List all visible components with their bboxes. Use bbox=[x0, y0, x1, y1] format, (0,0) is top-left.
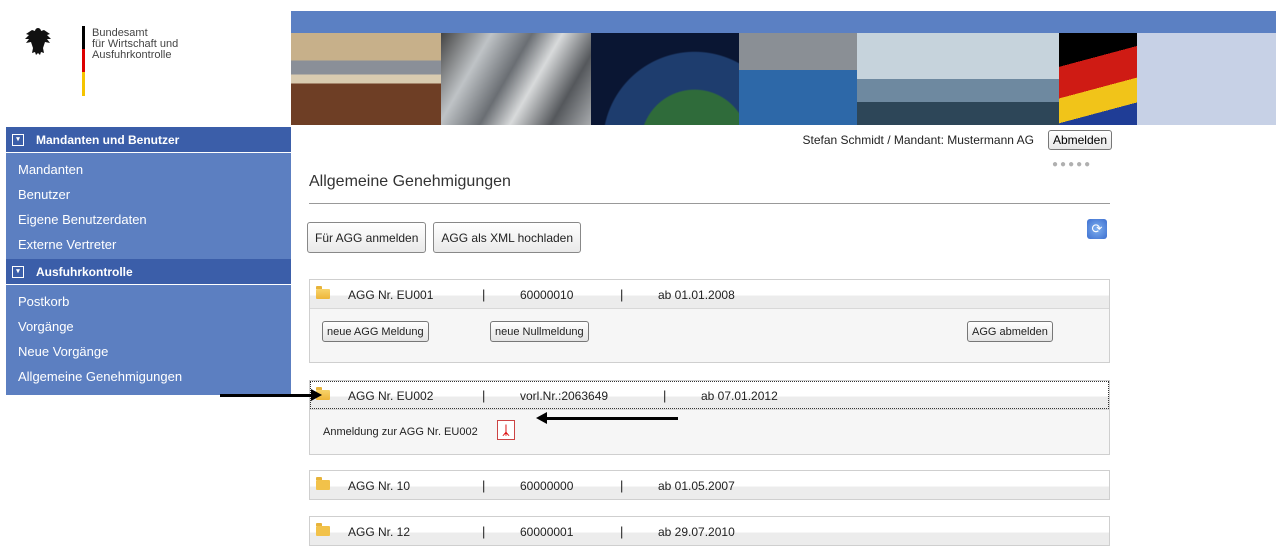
agg-header[interactable]: AGG Nr. 12 | 60000001 | ab 29.07.2010 bbox=[310, 517, 1109, 545]
separator: | bbox=[482, 524, 486, 539]
banner-image-steel bbox=[441, 33, 591, 125]
agg-registration: 60000010 bbox=[520, 288, 574, 302]
collapse-icon[interactable]: ▾ bbox=[12, 133, 24, 146]
progress-dots: ●●●●● bbox=[1052, 159, 1093, 170]
logo-line: Ausfuhrkontrolle bbox=[92, 49, 172, 61]
new-agg-report-button[interactable]: neue AGG Meldung bbox=[322, 321, 429, 342]
logo-text: Bundesamt für Wirtschaft und Ausfuhrkont… bbox=[92, 28, 178, 61]
annotation-arrow-right bbox=[220, 389, 322, 401]
folder-open-icon bbox=[316, 286, 330, 299]
separator: | bbox=[620, 478, 624, 493]
banner-image-fair bbox=[739, 33, 857, 125]
deregister-agg-button[interactable]: AGG abmelden bbox=[967, 321, 1053, 342]
sidebar-item-eigene-benutzerdaten[interactable]: Eigene Benutzerdaten bbox=[6, 207, 291, 232]
agg-date: ab 29.07.2010 bbox=[658, 525, 735, 539]
sidebar-section-title: Ausfuhrkontrolle bbox=[36, 264, 133, 279]
agg-panel: AGG Nr. 10 | 60000000 | ab 01.05.2007 bbox=[309, 470, 1110, 500]
agg-registration: 60000001 bbox=[520, 525, 574, 539]
sidebar-list: Postkorb Vorgänge Neue Vorgänge Allgemei… bbox=[6, 285, 291, 395]
agg-header[interactable]: AGG Nr. EU002 | vorl.Nr.:2063649 | ab 07… bbox=[310, 381, 1109, 409]
agg-registration: 60000000 bbox=[520, 479, 574, 493]
sidebar-item-vorgaenge[interactable]: Vorgänge bbox=[6, 314, 291, 339]
agg-date: ab 07.01.2012 bbox=[701, 389, 778, 403]
header-banner bbox=[291, 11, 1276, 125]
new-zero-report-button[interactable]: neue Nullmeldung bbox=[490, 321, 589, 342]
page-title: Allgemeine Genehmigungen bbox=[309, 173, 511, 190]
federal-eagle-icon bbox=[25, 28, 51, 55]
registration-note: Anmeldung zur AGG Nr. EU002 bbox=[323, 426, 478, 438]
banner-top-strip bbox=[291, 11, 1276, 33]
agg-header[interactable]: AGG Nr. 10 | 60000000 | ab 01.05.2007 bbox=[310, 471, 1109, 499]
agg-number: AGG Nr. EU001 bbox=[348, 288, 434, 302]
agg-number: AGG Nr. EU002 bbox=[348, 389, 434, 403]
main-toolbar: Für AGG anmelden AGG als XML hochladen bbox=[307, 222, 582, 253]
banner-image-flags bbox=[1059, 33, 1137, 125]
separator: | bbox=[482, 478, 486, 493]
agg-panel: AGG Nr. EU002 | vorl.Nr.:2063649 | ab 07… bbox=[309, 380, 1110, 455]
user-info: Stefan Schmidt / Mandant: Mustermann AG bbox=[802, 133, 1034, 147]
pdf-icon[interactable]: ᛣ bbox=[497, 420, 515, 440]
banner-image-ships bbox=[857, 33, 1059, 125]
folder-closed-icon bbox=[316, 477, 330, 490]
sidebar-item-mandanten[interactable]: Mandanten bbox=[6, 157, 291, 182]
sidebar-section-title: Mandanten und Benutzer bbox=[36, 132, 180, 147]
register-agg-button[interactable]: Für AGG anmelden bbox=[307, 222, 427, 253]
agg-date: ab 01.05.2007 bbox=[658, 479, 735, 493]
sidebar-item-externe-vertreter[interactable]: Externe Vertreter bbox=[6, 232, 291, 257]
agg-date: ab 01.01.2008 bbox=[658, 288, 735, 302]
separator: | bbox=[482, 388, 486, 403]
agg-header[interactable]: AGG Nr. EU001 | 60000010 | ab 01.01.2008 bbox=[310, 280, 1109, 308]
separator: | bbox=[663, 388, 667, 403]
sidebar-list: Mandanten Benutzer Eigene Benutzerdaten … bbox=[6, 153, 291, 259]
sidebar-section-mandanten[interactable]: ▾ Mandanten und Benutzer bbox=[6, 127, 291, 153]
agg-panel: AGG Nr. EU001 | 60000010 | ab 01.01.2008… bbox=[309, 279, 1110, 363]
separator: | bbox=[620, 524, 624, 539]
logout-button[interactable]: Abmelden bbox=[1047, 130, 1112, 150]
upload-xml-button[interactable]: AGG als XML hochladen bbox=[433, 222, 582, 253]
agg-body: Anmeldung zur AGG Nr. EU002 ᛣ bbox=[310, 409, 1109, 454]
banner-image-houses bbox=[291, 33, 441, 125]
user-bar: Stefan Schmidt / Mandant: Mustermann AG … bbox=[802, 130, 1112, 150]
sidebar-section-ausfuhrkontrolle[interactable]: ▾ Ausfuhrkontrolle bbox=[6, 259, 291, 285]
sidebar-item-postkorb[interactable]: Postkorb bbox=[6, 289, 291, 314]
sidebar-item-benutzer[interactable]: Benutzer bbox=[6, 182, 291, 207]
agg-number: AGG Nr. 12 bbox=[348, 525, 411, 539]
collapse-icon[interactable]: ▾ bbox=[12, 265, 24, 278]
agg-body: neue AGG Meldung neue Nullmeldung AGG ab… bbox=[310, 308, 1109, 362]
folder-closed-icon bbox=[316, 523, 330, 536]
flag-stripe bbox=[82, 26, 85, 96]
sidebar: ▾ Mandanten und Benutzer Mandanten Benut… bbox=[6, 127, 291, 395]
agg-number: AGG Nr. 10 bbox=[348, 479, 411, 493]
agg-panel: AGG Nr. 12 | 60000001 | ab 29.07.2010 bbox=[309, 516, 1110, 546]
bafa-logo: Bundesamt für Wirtschaft und Ausfuhrkont… bbox=[24, 26, 204, 98]
annotation-arrow-left bbox=[536, 412, 678, 424]
agg-registration: vorl.Nr.:2063649 bbox=[520, 389, 609, 403]
banner-image-end bbox=[1137, 33, 1276, 125]
banner-image-satellite bbox=[591, 33, 739, 125]
sidebar-item-neue-vorgaenge[interactable]: Neue Vorgänge bbox=[6, 339, 291, 364]
separator: | bbox=[620, 287, 624, 302]
refresh-icon[interactable]: ⟳ bbox=[1087, 219, 1107, 239]
sidebar-item-allgemeine-genehmigungen[interactable]: Allgemeine Genehmigungen bbox=[6, 364, 291, 389]
separator: | bbox=[482, 287, 486, 302]
divider bbox=[309, 203, 1110, 204]
